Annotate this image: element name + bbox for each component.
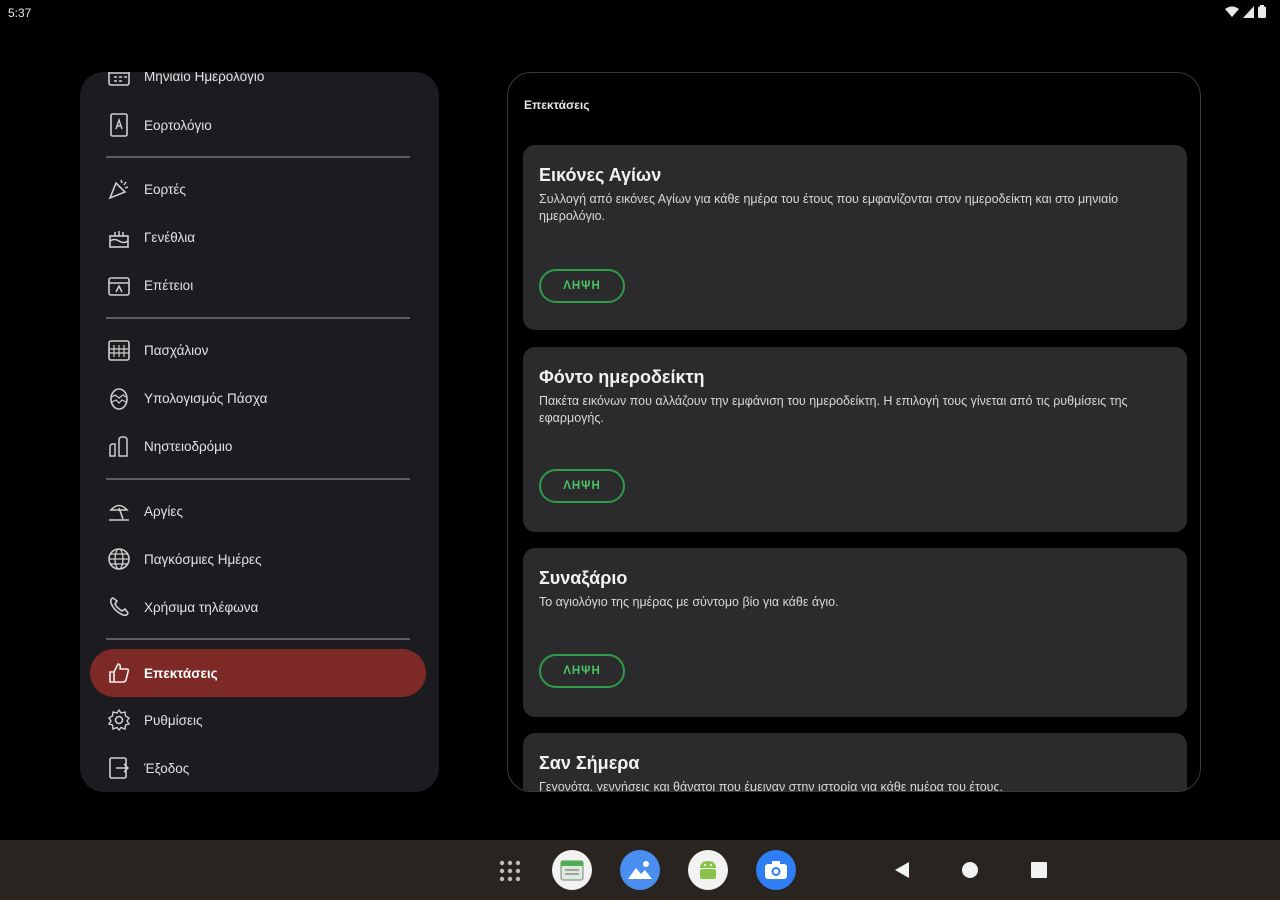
calendar-app-icon[interactable] bbox=[552, 850, 592, 890]
photos-app-icon[interactable] bbox=[620, 850, 660, 890]
globe-icon bbox=[106, 546, 132, 572]
nav-item-public-holidays[interactable]: Αργίες bbox=[90, 487, 426, 535]
nav-item-birthdays[interactable]: Γενέθλια bbox=[90, 213, 426, 261]
card-title: Εικόνες Αγίων bbox=[539, 165, 662, 185]
nav-label: Αργίες bbox=[144, 503, 183, 519]
app-drawer-grid-icon[interactable] bbox=[499, 860, 521, 882]
nav-label: Έξοδος bbox=[144, 760, 190, 776]
nav-divider bbox=[106, 478, 410, 480]
android-app-icon[interactable] bbox=[688, 850, 728, 890]
recents-button-icon[interactable] bbox=[1031, 862, 1047, 878]
extension-card-saint-icons: Εικόνες Αγίων Συλλογή από εικόνες Αγίων … bbox=[523, 145, 1187, 330]
nav-item-fasting[interactable]: Νηστειοδρόμιο bbox=[90, 422, 426, 470]
nav-label: Επέτειοι bbox=[144, 277, 194, 293]
signal-icon bbox=[1243, 5, 1254, 18]
nav-label: Νηστειοδρόμιο bbox=[144, 438, 233, 454]
wifi-icon bbox=[1225, 6, 1239, 17]
back-button-icon[interactable] bbox=[895, 862, 909, 878]
nav-label: Παγκόσμιες Ημέρες bbox=[144, 551, 262, 567]
panel-title: Επεκτάσεις bbox=[524, 98, 590, 112]
extension-card-synaxarion: Συναξάριο Το αγιολόγιο της ημέρας με σύν… bbox=[523, 548, 1187, 717]
nav-item-anniversaries[interactable]: Επέτειοι bbox=[90, 261, 426, 309]
nav-label: Ρυθμίσεις bbox=[144, 712, 203, 728]
status-time: 5:37 bbox=[8, 6, 32, 20]
extension-card-on-this-day: Σαν Σήμερα Γεγονότα, γεννήσεις και θάνατ… bbox=[523, 733, 1187, 792]
nav-label: Μηνιαίο Ημερολόγιο bbox=[144, 72, 265, 84]
gear-icon bbox=[106, 707, 132, 733]
card-title: Σαν Σήμερα bbox=[539, 753, 640, 773]
home-button-icon[interactable] bbox=[962, 862, 978, 878]
card-title: Συναξάριο bbox=[539, 568, 628, 588]
extensions-panel: Επεκτάσεις Εικόνες Αγίων Συλλογή από εικ… bbox=[507, 72, 1201, 792]
easter-egg-icon bbox=[106, 385, 132, 411]
party-icon bbox=[106, 176, 132, 202]
nav-item-feasts[interactable]: Εορτές bbox=[90, 165, 426, 213]
nav-divider bbox=[106, 156, 410, 158]
calendar-icon bbox=[106, 72, 132, 89]
cake-icon bbox=[106, 224, 132, 250]
status-icons bbox=[1225, 5, 1266, 18]
nav-label: Γενέθλια bbox=[144, 229, 196, 245]
card-description: Γεγονότα, γεννήσεις και θάνατοι που έμει… bbox=[539, 780, 1004, 792]
battery-icon bbox=[1258, 5, 1266, 18]
nav-label: Πασχάλιον bbox=[144, 342, 209, 358]
book-icon bbox=[106, 112, 132, 138]
card-description: Συλλογή από εικόνες Αγίων για κάθε ημέρα… bbox=[539, 192, 1119, 223]
nav-item-monthly-calendar[interactable]: Μηνιαίο Ημερολόγιο bbox=[90, 72, 426, 100]
nav-label: Χρήσιμα τηλέφωνα bbox=[144, 599, 259, 615]
holiday-icon bbox=[106, 498, 132, 524]
system-navigation-bar bbox=[0, 840, 1280, 900]
download-button[interactable]: ΛΗΨΗ bbox=[539, 269, 625, 303]
nav-item-settings[interactable]: Ρυθμίσεις bbox=[90, 696, 426, 744]
fasting-icon bbox=[106, 433, 132, 459]
phone-icon bbox=[106, 594, 132, 620]
download-button[interactable]: ΛΗΨΗ bbox=[539, 469, 625, 503]
camera-app-icon[interactable] bbox=[756, 850, 796, 890]
exit-icon bbox=[106, 755, 132, 781]
nav-item-easter-calculation[interactable]: Υπολογισμός Πάσχα bbox=[90, 374, 426, 422]
nav-label: Εορτολόγιο bbox=[144, 117, 212, 133]
extension-card-widget-background: Φόντο ημεροδείκτη Πακέτα εικόνων που αλλ… bbox=[523, 347, 1187, 532]
nav-item-paschal-calendar[interactable]: Πασχάλιον bbox=[90, 326, 426, 374]
nav-item-useful-phones[interactable]: Χρήσιμα τηλέφωνα bbox=[90, 583, 426, 631]
nav-item-name-days[interactable]: Εορτολόγιο bbox=[90, 101, 426, 149]
nav-label: Υπολογισμός Πάσχα bbox=[144, 390, 268, 406]
card-title: Φόντο ημεροδείκτη bbox=[539, 367, 705, 387]
nav-label: Εορτές bbox=[144, 181, 186, 197]
paschal-calendar-icon bbox=[106, 337, 132, 363]
anniversary-icon bbox=[106, 272, 132, 298]
thumbs-up-icon bbox=[106, 660, 132, 686]
nav-item-world-days[interactable]: Παγκόσμιες Ημέρες bbox=[90, 535, 426, 583]
nav-divider bbox=[106, 317, 410, 319]
nav-label: Επεκτάσεις bbox=[144, 665, 218, 681]
download-button[interactable]: ΛΗΨΗ bbox=[539, 654, 625, 688]
card-description: Πακέτα εικόνων που αλλάζουν την εμφάνιση… bbox=[539, 394, 1128, 425]
nav-divider bbox=[106, 638, 410, 640]
card-description: Το αγιολόγιο της ημέρας με σύντομο βίο γ… bbox=[539, 595, 839, 609]
nav-item-exit[interactable]: Έξοδος bbox=[90, 744, 426, 792]
nav-item-extensions[interactable]: Επεκτάσεις bbox=[90, 649, 426, 697]
navigation-drawer: Μηνιαίο Ημερολόγιο Εορτολόγιο Εορτές Γεν… bbox=[80, 72, 439, 792]
